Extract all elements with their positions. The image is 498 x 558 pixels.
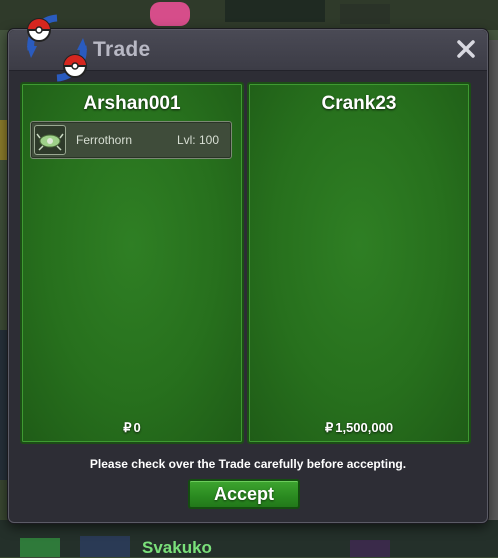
accept-button[interactable]: Accept <box>188 479 300 509</box>
left-trade-panel: Arshan001 Ferrothorn Lvl: 100 ₽0 <box>20 82 244 444</box>
close-icon[interactable] <box>455 38 477 60</box>
ferrothorn-sprite-icon <box>34 125 66 155</box>
world-sprite <box>20 538 60 557</box>
right-player-name: Crank23 <box>321 93 397 114</box>
world-tile <box>225 0 325 22</box>
player-nameplate: Svakuko <box>142 538 212 557</box>
trade-notice: Please check over the Trade carefully be… <box>89 457 407 471</box>
world-floor <box>0 520 498 557</box>
right-money-value: 1,500,000 <box>335 420 394 435</box>
world-sprite <box>80 536 130 557</box>
left-money: ₽0 <box>22 420 242 436</box>
trade-arrows-pokeball-icon <box>27 14 87 82</box>
world-tile <box>0 120 8 160</box>
world-tile <box>0 330 8 480</box>
world-tile <box>340 4 390 24</box>
pokedollar-icon: ₽ <box>324 420 334 435</box>
left-money-value: 0 <box>133 420 141 435</box>
item-name: Ferrothorn <box>76 133 133 147</box>
window-title: Trade <box>93 38 151 61</box>
item-level: Lvl: 100 <box>176 133 219 147</box>
left-player-name: Arshan001 <box>83 93 181 114</box>
trade-window: Trade Arshan001 Ferrothorn Lvl: 100 ₽ 0 … <box>8 14 488 523</box>
pokedollar-icon: ₽ <box>123 420 132 435</box>
right-money: ₽1,500,000 <box>249 420 469 436</box>
right-trade-panel: Crank23 ₽1,500,000 <box>247 82 471 444</box>
world-sprite <box>150 2 190 26</box>
trade-item-slot[interactable]: Ferrothorn Lvl: 100 <box>30 121 232 159</box>
world-sprite <box>350 540 390 557</box>
